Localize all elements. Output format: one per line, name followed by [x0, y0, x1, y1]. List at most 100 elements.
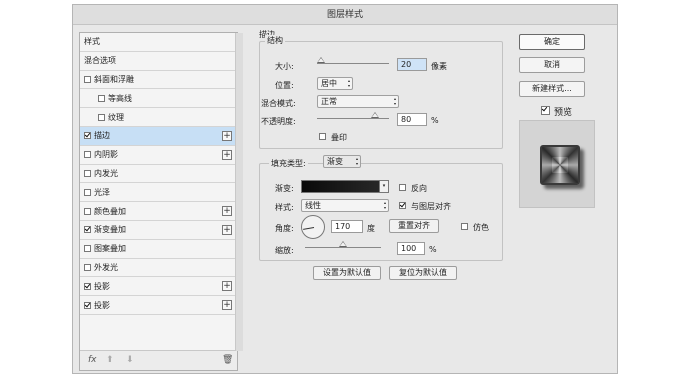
- style-item[interactable]: 图案叠加: [80, 240, 237, 259]
- style-item[interactable]: 混合选项: [80, 52, 237, 71]
- set-default-button[interactable]: 设置为默认值: [313, 266, 381, 280]
- move-down-icon[interactable]: ⬇: [126, 355, 134, 365]
- align-with-layer-checkbox[interactable]: [399, 202, 406, 209]
- style-item[interactable]: 渐变叠加 +: [80, 221, 237, 240]
- add-style-instance-icon[interactable]: +: [222, 224, 232, 235]
- style-item-label: 光泽: [94, 187, 110, 197]
- style-item-checkbox[interactable]: [84, 245, 91, 253]
- opacity-slider-thumb[interactable]: [370, 112, 379, 118]
- fill-type-select[interactable]: 渐变: [323, 155, 361, 168]
- move-up-icon[interactable]: ⬆: [106, 355, 114, 365]
- size-label: 大小:: [275, 62, 294, 71]
- position-select[interactable]: 居中: [317, 77, 353, 90]
- add-style-instance-icon[interactable]: +: [222, 281, 232, 292]
- opacity-label: 不透明度:: [261, 117, 296, 126]
- dither-checkbox[interactable]: [461, 223, 468, 230]
- trash-icon[interactable]: 🗑: [222, 355, 233, 365]
- align-with-layer-label: 与图层对齐: [411, 202, 451, 211]
- scale-unit: %: [429, 245, 437, 254]
- dialog-title: 图层样式: [73, 5, 617, 25]
- style-item-checkbox[interactable]: [84, 169, 91, 177]
- style-item-label: 渐变叠加: [94, 225, 126, 235]
- reset-default-button[interactable]: 复位为默认值: [389, 266, 457, 280]
- style-item-checkbox[interactable]: [84, 188, 91, 196]
- angle-dial-needle: [303, 227, 315, 230]
- style-item-label: 混合选项: [84, 56, 116, 66]
- style-item-checkbox[interactable]: [84, 226, 91, 234]
- gradient-swatch[interactable]: [301, 180, 387, 193]
- scale-label: 缩放:: [275, 246, 294, 255]
- style-item[interactable]: 纹理: [80, 108, 237, 127]
- angle-dial[interactable]: [301, 215, 325, 239]
- style-item-label: 等高线: [108, 93, 132, 103]
- style-item[interactable]: 斜面和浮雕: [80, 71, 237, 90]
- style-label: 样式:: [275, 203, 294, 212]
- fill-type-label: 填充类型:: [269, 158, 308, 169]
- layer-style-dialog: 图层样式 样式 混合选项 斜面和浮雕 等高线 纹理 描边 + 内阴影 + 内发光 光泽 颜色叠加 + 渐变…: [72, 4, 618, 374]
- opacity-slider-track[interactable]: [317, 118, 389, 119]
- style-item[interactable]: 内阴影 +: [80, 146, 237, 165]
- gradient-label: 渐变:: [275, 184, 294, 193]
- new-style-button[interactable]: 新建样式...: [519, 81, 585, 97]
- style-item[interactable]: 等高线: [80, 89, 237, 109]
- add-style-instance-icon[interactable]: +: [222, 300, 232, 311]
- overprint-label: 叠印: [331, 133, 347, 142]
- scale-slider-track[interactable]: [305, 247, 381, 248]
- angle-input[interactable]: 170: [331, 220, 363, 233]
- size-slider-track[interactable]: [317, 63, 389, 64]
- blend-mode-select[interactable]: 正常: [317, 95, 399, 108]
- cancel-button[interactable]: 取消: [519, 57, 585, 73]
- style-item[interactable]: 描边 +: [80, 126, 237, 146]
- add-style-instance-icon[interactable]: +: [222, 130, 232, 141]
- style-item-checkbox[interactable]: [98, 113, 105, 121]
- style-item-label: 样式: [84, 37, 100, 47]
- style-item-checkbox[interactable]: [84, 263, 91, 271]
- styles-scrollbar[interactable]: [235, 33, 243, 351]
- size-unit: 像素: [431, 62, 447, 71]
- style-item-checkbox[interactable]: [84, 282, 91, 290]
- overprint-checkbox[interactable]: [319, 133, 326, 140]
- style-item-checkbox[interactable]: [84, 301, 91, 309]
- styles-list: 样式混合选项斜面和浮雕等高线纹理描边 + 内阴影 + 内发光光泽颜色叠加 + 渐变叠加 + 图案…: [79, 32, 238, 371]
- style-item-checkbox[interactable]: [84, 151, 91, 159]
- ok-button[interactable]: 确定: [519, 34, 585, 50]
- style-item[interactable]: 样式: [80, 33, 237, 52]
- scale-slider-thumb[interactable]: [339, 241, 347, 247]
- style-item[interactable]: 内发光: [80, 165, 237, 184]
- style-item-label: 图案叠加: [94, 244, 126, 254]
- style-item[interactable]: 光泽: [80, 183, 237, 203]
- position-label: 位置:: [275, 81, 294, 90]
- style-item-label: 纹理: [108, 112, 124, 122]
- blend-mode-label: 混合模式:: [261, 99, 296, 108]
- style-item[interactable]: 投影 +: [80, 277, 237, 297]
- style-item-label: 颜色叠加: [94, 206, 126, 216]
- style-item[interactable]: 颜色叠加 +: [80, 202, 237, 221]
- style-item[interactable]: 投影 +: [80, 296, 237, 315]
- style-item-checkbox[interactable]: [84, 132, 91, 140]
- add-style-instance-icon[interactable]: +: [222, 149, 232, 160]
- angle-unit: 度: [367, 224, 375, 233]
- scale-input[interactable]: 100: [397, 242, 425, 255]
- style-item-checkbox[interactable]: [84, 207, 91, 215]
- add-style-instance-icon[interactable]: +: [222, 206, 232, 217]
- gradient-dropdown-icon[interactable]: ▾: [379, 180, 389, 193]
- preview-label: 预览: [554, 108, 573, 118]
- reverse-label: 反向: [411, 184, 427, 193]
- structure-title: 结构: [265, 35, 285, 46]
- style-item-checkbox[interactable]: [84, 75, 91, 83]
- style-item[interactable]: 外发光: [80, 259, 237, 278]
- preview-checkbox[interactable]: [541, 106, 550, 115]
- size-slider-thumb[interactable]: [316, 57, 325, 63]
- opacity-input[interactable]: 80: [397, 113, 427, 126]
- fx-button[interactable]: fx: [88, 355, 97, 365]
- reset-alignment-button[interactable]: 重置对齐: [389, 219, 439, 233]
- style-preview-thumbnail: [519, 120, 595, 208]
- dither-label: 仿色: [473, 223, 489, 232]
- style-item-label: 内发光: [94, 168, 118, 178]
- gradient-style-select[interactable]: 线性: [301, 199, 389, 212]
- style-item-checkbox[interactable]: [98, 94, 105, 102]
- opacity-unit: %: [431, 116, 439, 125]
- style-item-label: 投影: [94, 300, 110, 310]
- size-input[interactable]: 20: [397, 58, 427, 71]
- reverse-checkbox[interactable]: [399, 184, 406, 191]
